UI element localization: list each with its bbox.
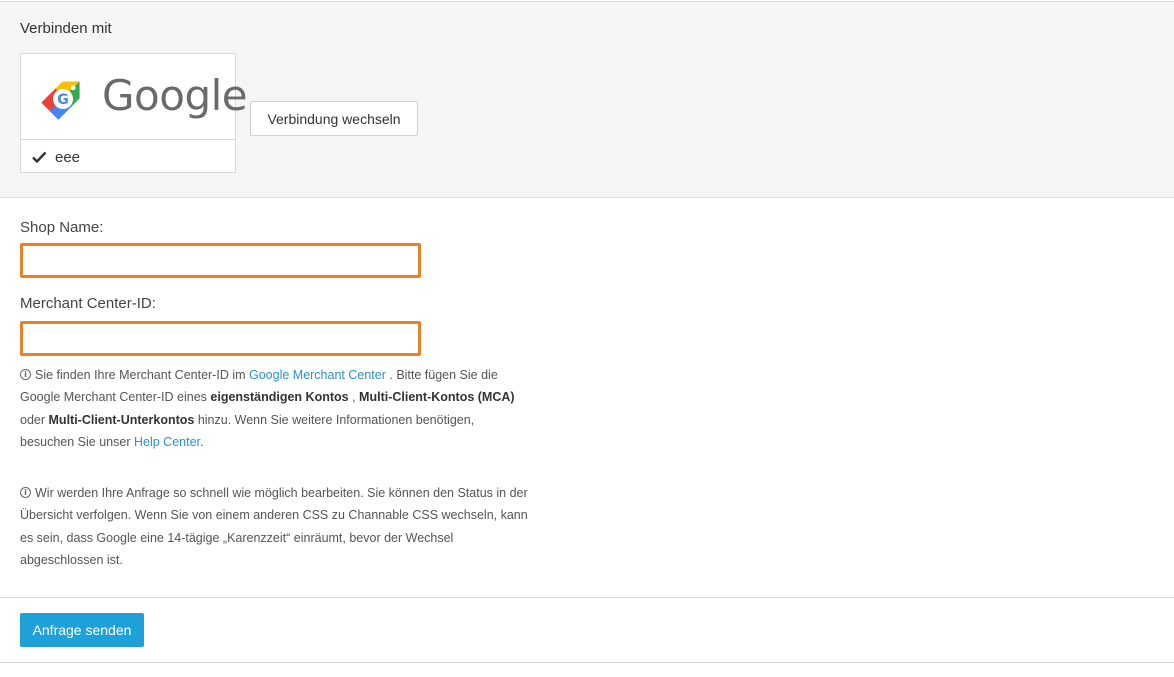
help-center-link[interactable]: Help Center bbox=[134, 435, 200, 449]
connect-title: Verbinden mit bbox=[20, 20, 112, 37]
merchant-id-input[interactable] bbox=[20, 321, 421, 356]
info-icon: i bbox=[20, 487, 31, 499]
info-icon: i bbox=[20, 369, 31, 381]
divider bbox=[0, 662, 1174, 663]
divider bbox=[0, 597, 1174, 598]
account-name: eee bbox=[55, 148, 81, 166]
processing-info-text: i Wir werden Ihre Anfrage so schnell wie … bbox=[20, 486, 528, 567]
check-icon bbox=[32, 151, 47, 163]
svg-text:G: G bbox=[57, 92, 69, 108]
switch-connection-button[interactable]: Verbindung wechseln bbox=[250, 101, 418, 136]
provider-status: eee bbox=[31, 146, 80, 168]
connect-section: Verbinden mit G Google eee Verbindung we… bbox=[0, 1, 1174, 198]
provider-card-google[interactable]: G Google eee bbox=[20, 53, 248, 173]
shop-name-label: Shop Name: bbox=[20, 219, 104, 236]
google-merchant-center-link[interactable]: Google Merchant Center bbox=[249, 368, 386, 382]
shop-name-input[interactable] bbox=[20, 243, 421, 278]
google-shopping-tag-icon: G bbox=[41, 81, 80, 120]
merchant-id-help-text: i Sie finden Ihre Merchant Center-ID im G… bbox=[20, 368, 515, 449]
google-logo: G Google bbox=[21, 54, 248, 140]
send-request-button[interactable]: Anfrage senden bbox=[20, 613, 144, 647]
provider-name: Google bbox=[102, 71, 248, 120]
merchant-id-label: Merchant Center-ID: bbox=[20, 295, 156, 312]
